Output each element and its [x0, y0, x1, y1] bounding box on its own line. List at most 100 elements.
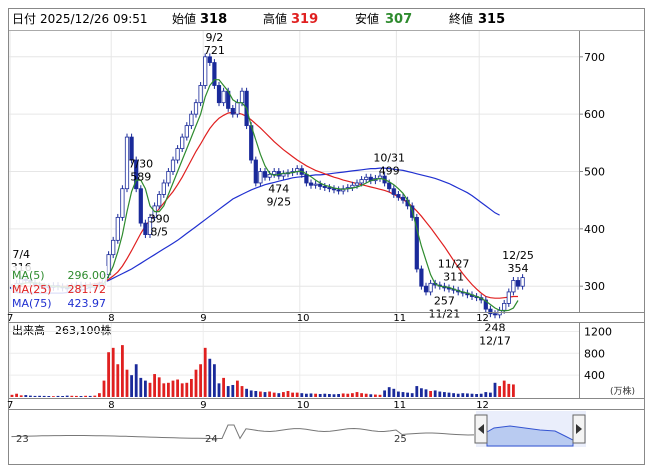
candle-body — [239, 90, 245, 104]
candle-body — [304, 173, 309, 184]
volume-bar — [102, 380, 106, 397]
candle-body — [396, 194, 401, 198]
navigator-year-label: 23 — [16, 434, 29, 445]
candle-body — [111, 239, 116, 256]
volume-bar — [10, 394, 14, 397]
candle-body — [138, 188, 143, 224]
candle-body — [115, 216, 120, 241]
volume-bar — [479, 393, 483, 397]
candle-body — [423, 285, 429, 293]
candle-body — [419, 268, 424, 287]
volume-bar — [429, 390, 432, 397]
candle-body — [327, 187, 332, 190]
navigator-right-handle[interactable] — [572, 414, 586, 444]
candle-body — [391, 188, 396, 195]
candle-body — [120, 188, 125, 218]
candle-body — [331, 188, 337, 191]
volume-bar — [286, 390, 290, 397]
candle-body — [106, 254, 111, 276]
volume-bar — [314, 393, 317, 397]
price-tick-label: 700 — [584, 51, 605, 64]
navigator-left-handle[interactable] — [474, 414, 488, 444]
volume-bar — [249, 390, 253, 397]
volume-bar — [254, 390, 258, 397]
candle-body — [313, 183, 318, 186]
volume-bar — [47, 396, 51, 397]
candle-body — [157, 194, 162, 207]
annotation-label: 474 — [268, 183, 289, 196]
candle-body — [170, 159, 176, 172]
volume-bar — [387, 387, 391, 397]
annotation-value: 499 — [379, 165, 400, 178]
volume-bar — [498, 386, 501, 397]
volume-bar — [236, 380, 239, 397]
low-value: 307 — [385, 12, 412, 27]
candle-body — [180, 136, 185, 149]
price-tick-label: 500 — [584, 166, 605, 179]
price-tick-label: 600 — [584, 108, 605, 121]
volume-bar — [374, 394, 377, 397]
volume-bar — [332, 394, 336, 397]
navigator-selection-window[interactable] — [476, 411, 586, 447]
volume-bar — [213, 364, 216, 397]
volume-bar — [259, 391, 262, 397]
volume-bar — [475, 393, 478, 397]
candle-body — [502, 302, 507, 311]
candle-body — [336, 189, 341, 192]
candle-body — [492, 313, 498, 316]
volume-bar — [263, 392, 267, 397]
candle-body — [359, 179, 364, 184]
volume-bar — [470, 393, 474, 397]
volume-bar — [383, 390, 386, 397]
volume-bar — [291, 392, 294, 397]
candle-body — [511, 280, 516, 293]
annotation-label: 11/27 — [438, 258, 470, 271]
candle-body — [354, 182, 360, 186]
volume-bar — [134, 364, 138, 397]
close-value: 315 — [478, 12, 505, 27]
volume-bar — [61, 396, 64, 397]
annotation-label: 390 — [149, 212, 170, 225]
legend-label: MA(25) — [12, 283, 52, 296]
candle-body — [203, 56, 208, 86]
volume-bar — [369, 394, 373, 397]
volume-bar — [29, 395, 32, 397]
volume-bar — [88, 395, 92, 397]
candle-body — [318, 183, 323, 187]
candle-body — [364, 176, 369, 180]
navigator-year-label: 24 — [205, 434, 218, 445]
chart-canvas: 日付 2025/12/26 09:51 始値 318 高値 319 安値 307… — [7, 8, 645, 465]
volume-bar — [111, 347, 115, 397]
high-label: 高値 — [263, 11, 287, 26]
volume-bar — [222, 377, 225, 397]
volume-bar — [364, 393, 368, 397]
annotation-value: 354 — [508, 262, 529, 275]
volume-bar — [323, 393, 327, 397]
volume-bar — [24, 395, 28, 397]
volume-bar — [70, 395, 74, 397]
volume-bar — [318, 393, 322, 397]
candle-body — [308, 182, 314, 186]
volume-bar — [360, 393, 363, 397]
candle-body — [193, 102, 199, 115]
volume-bar — [406, 392, 409, 397]
volume-bar — [139, 377, 143, 397]
volume-bar — [203, 347, 207, 397]
volume-bar — [401, 392, 405, 397]
volume-bar — [512, 384, 515, 397]
volume-bar — [489, 392, 492, 397]
candle-body — [198, 85, 203, 104]
volume-bar — [295, 392, 299, 397]
candle-body — [235, 102, 240, 115]
annotation-label: 10/31 — [373, 152, 405, 165]
volume-label: 出来高 — [12, 323, 45, 337]
navigator-year-label: 25 — [394, 434, 407, 445]
volume-bar — [190, 378, 193, 397]
volume-unit: (万株) — [610, 385, 635, 397]
volume-bar — [415, 386, 419, 397]
annotation-label: 7/4 — [12, 248, 30, 261]
candle-body — [216, 85, 222, 104]
legend-value: 281.72 — [68, 283, 107, 296]
candle-body — [387, 182, 392, 190]
volume-bar — [456, 393, 460, 397]
